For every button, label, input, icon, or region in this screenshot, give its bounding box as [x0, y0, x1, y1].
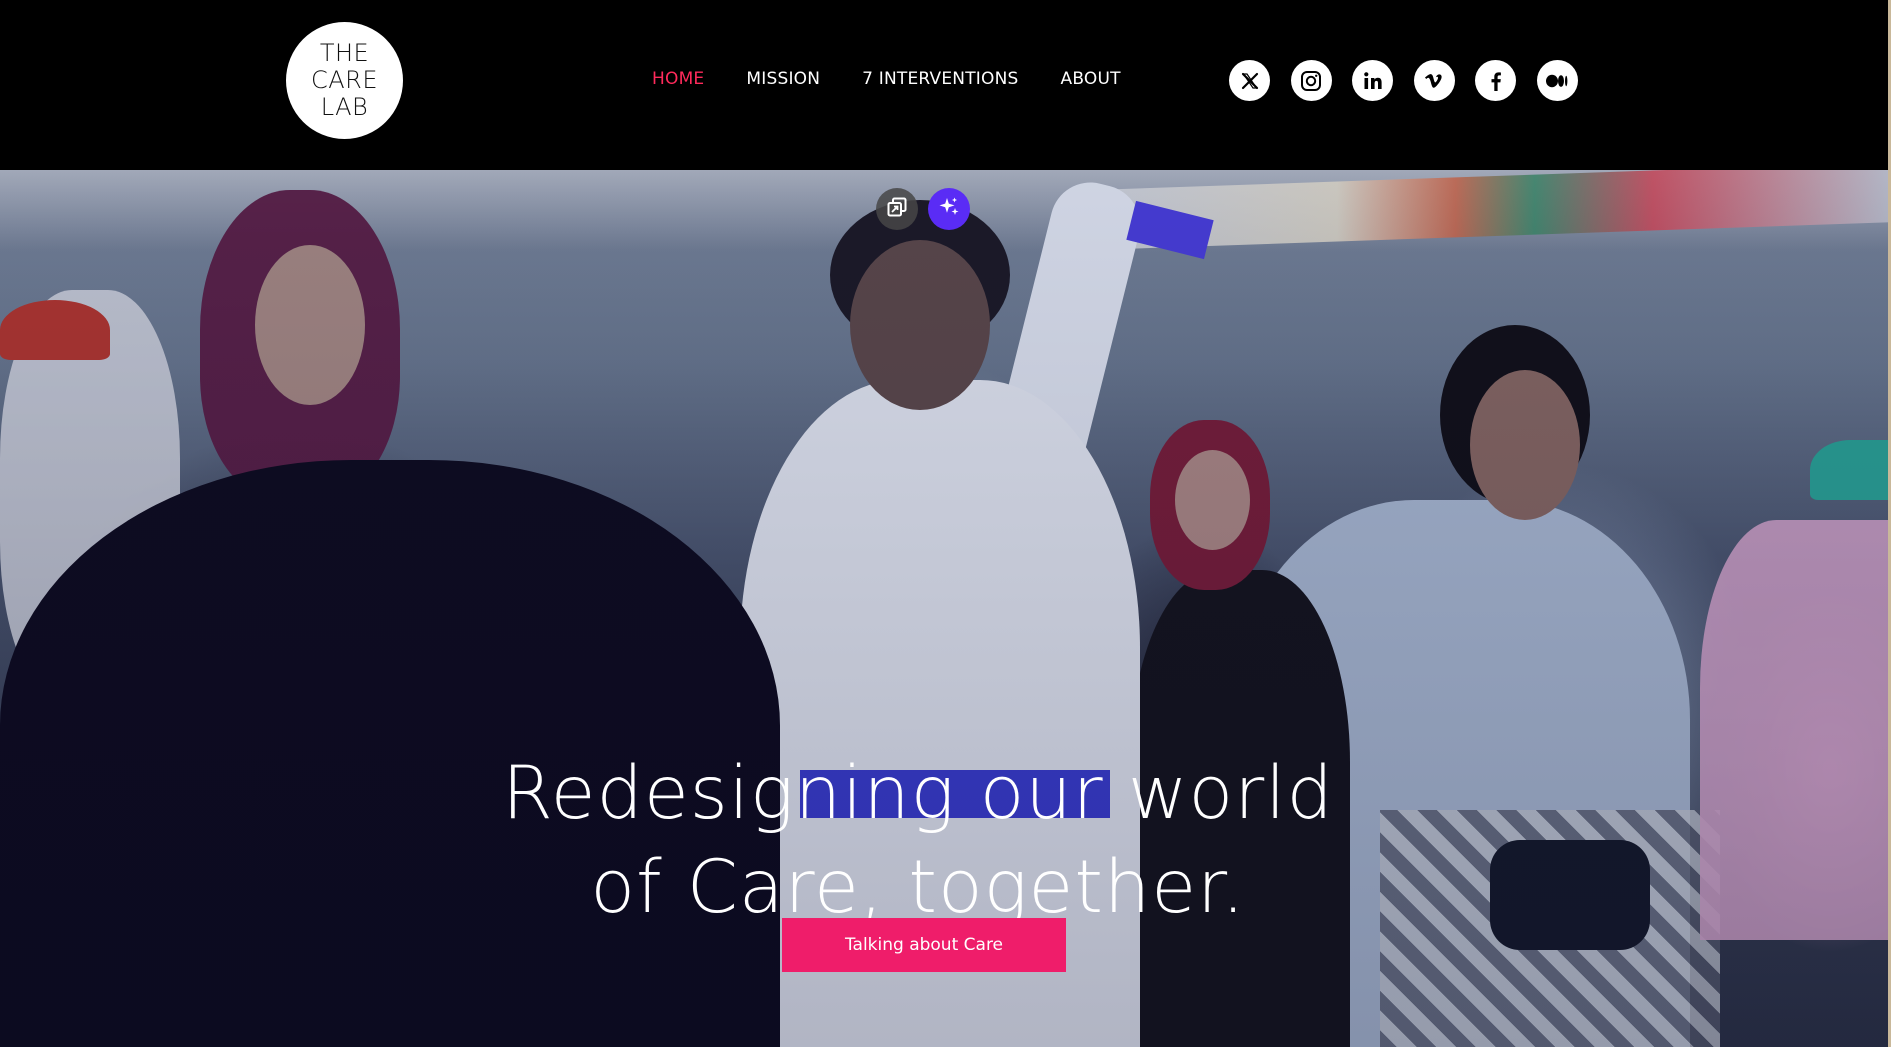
logo-line-2: CARE	[310, 66, 378, 94]
vimeo-icon[interactable]	[1413, 60, 1455, 101]
ai-assist-button[interactable]	[928, 188, 970, 230]
linkedin-icon[interactable]	[1352, 60, 1393, 101]
headline-line-1: Redesigning our world	[502, 750, 1334, 836]
site-header: THE CARE LAB HOME MISSION 7 INTERVENTION…	[0, 0, 1891, 170]
care-lab-logo[interactable]: THE CARE LAB	[286, 22, 403, 139]
duplicate-button[interactable]	[876, 188, 918, 230]
nav-mission[interactable]: MISSION	[746, 69, 820, 89]
social-links	[1229, 60, 1598, 101]
medium-icon[interactable]	[1536, 60, 1578, 101]
talking-about-care-button[interactable]: Talking about Care	[782, 918, 1066, 972]
hero-section: Redesigning our world of Care, together.…	[0, 170, 1891, 1047]
nav-home[interactable]: HOME	[652, 69, 704, 89]
hero-headline: Redesigning our world of Care, together.	[0, 747, 1836, 935]
nav-about[interactable]: ABOUT	[1061, 69, 1121, 89]
x-icon[interactable]	[1229, 60, 1270, 101]
ai-sparkle-icon	[937, 195, 961, 223]
logo-line-3: LAB	[320, 93, 369, 121]
main-nav: HOME MISSION 7 INTERVENTIONS ABOUT	[652, 66, 1163, 92]
logo-line-1: THE	[319, 39, 370, 67]
facebook-icon[interactable]	[1475, 60, 1516, 101]
nav-7-interventions[interactable]: 7 INTERVENTIONS	[862, 69, 1018, 89]
instagram-icon[interactable]	[1290, 60, 1332, 101]
duplicate-icon	[886, 196, 908, 222]
